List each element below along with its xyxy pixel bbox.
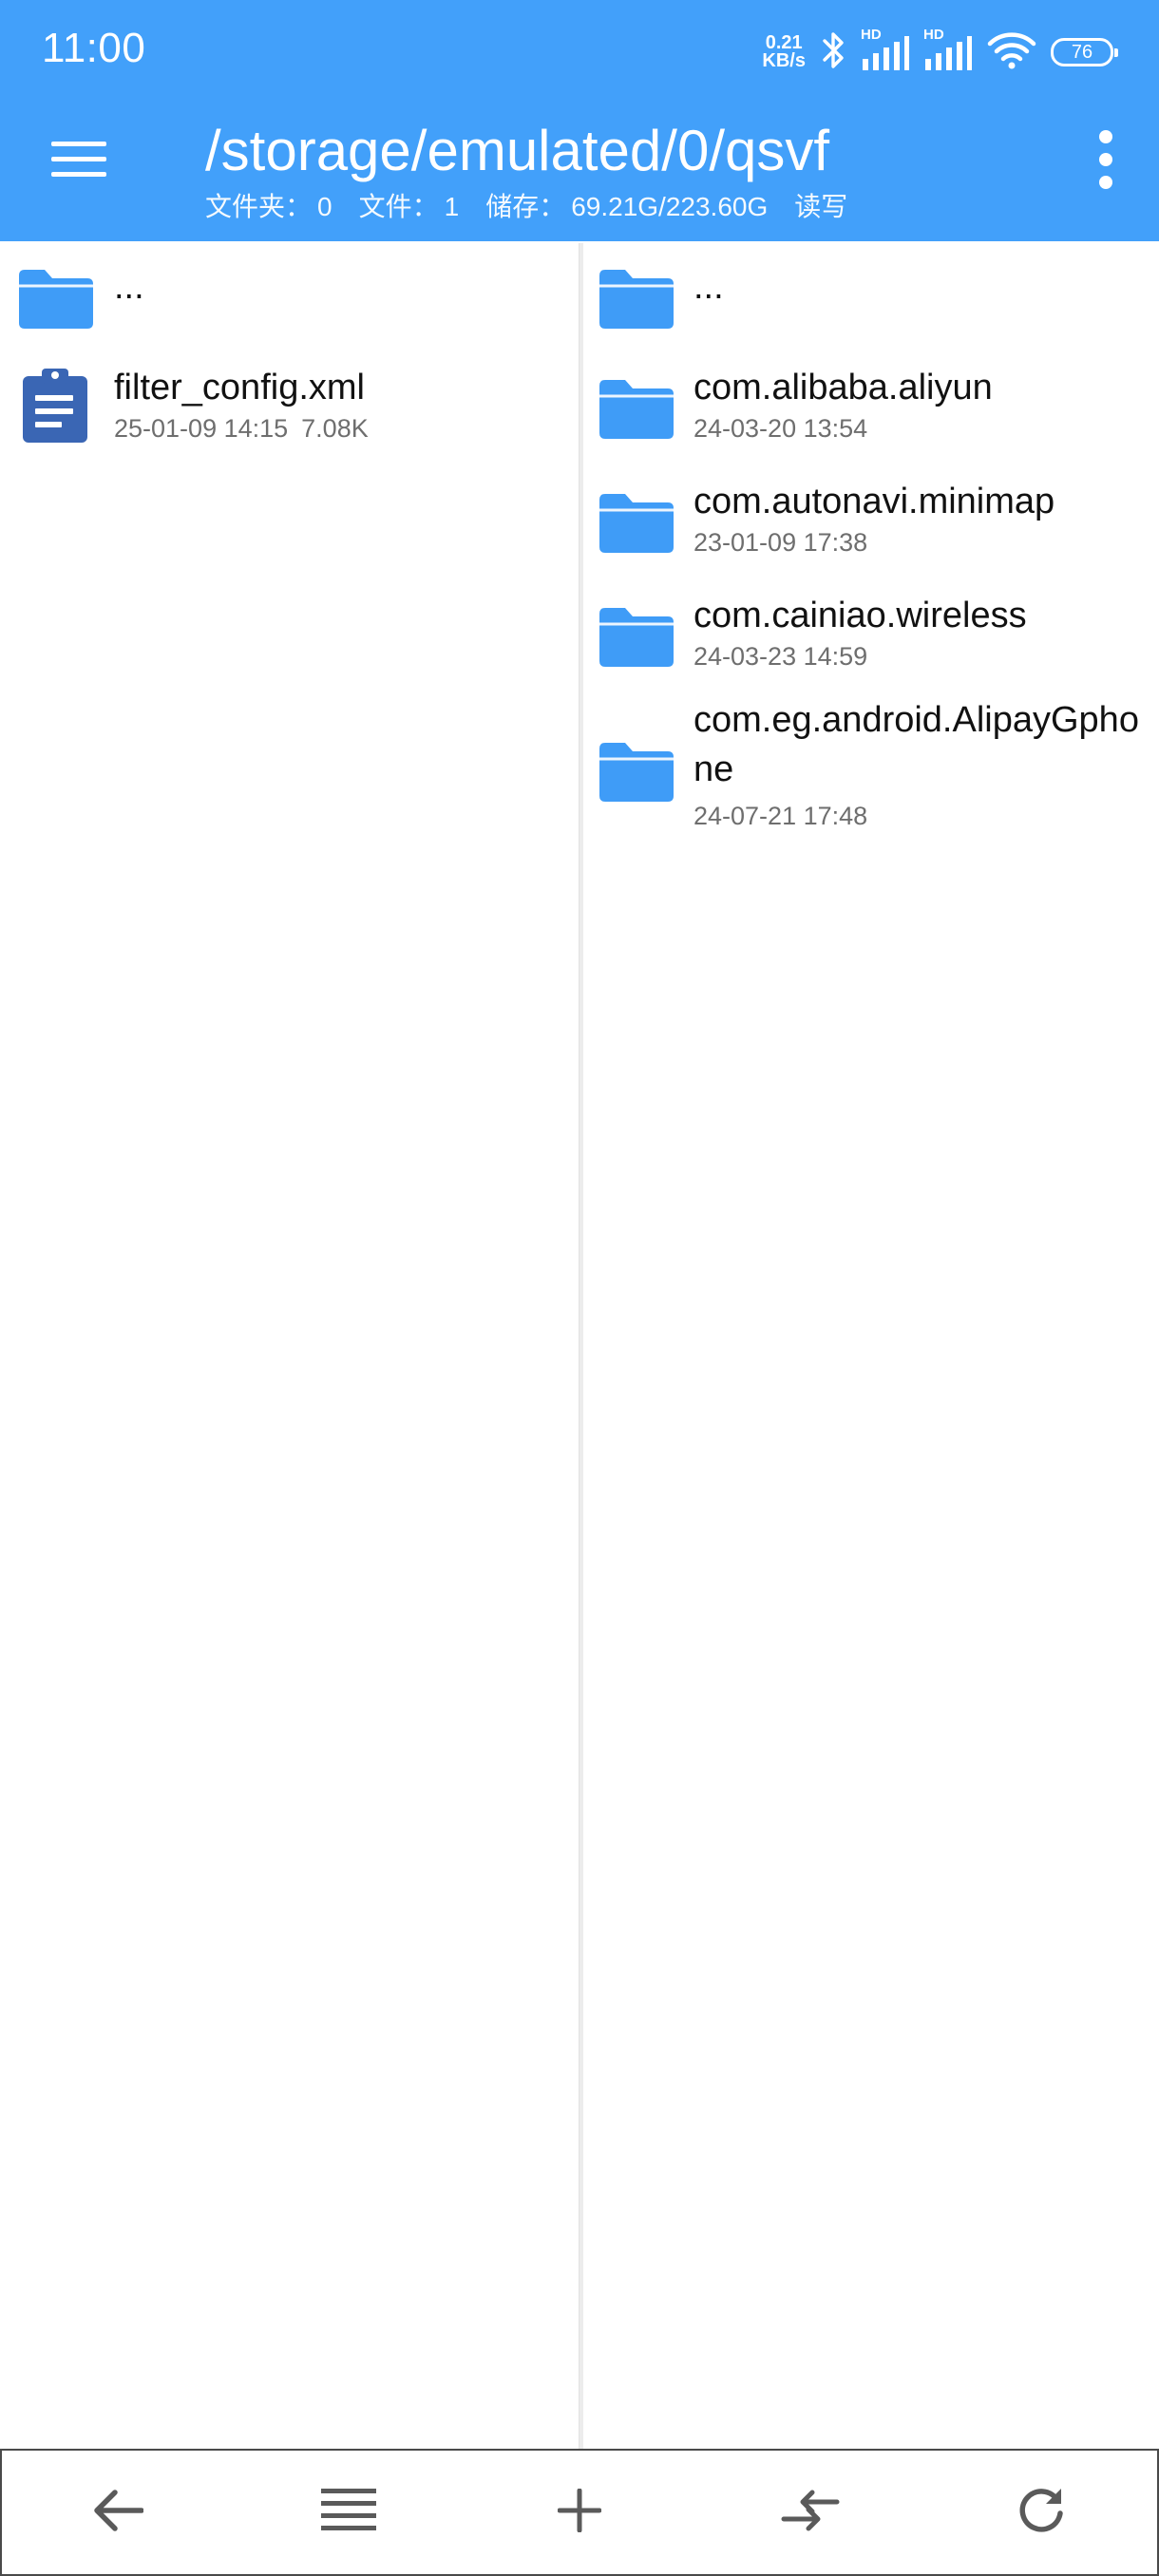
storage-value: 69.21G/223.60G: [571, 192, 769, 221]
status-time: 11:00: [42, 25, 146, 71]
folder-icon: [19, 268, 93, 333]
item-name: com.eg.android.AlipayGphone: [694, 700, 1139, 789]
item-date: 25-01-09 14:15: [114, 414, 289, 443]
back-arrow-icon: [92, 2488, 144, 2538]
more-options-button[interactable]: [1077, 123, 1134, 199]
menu-button[interactable]: [38, 125, 120, 198]
item-name: com.cainiao.wireless: [694, 596, 1027, 635]
add-button[interactable]: [527, 2460, 632, 2565]
list-item-parent-folder[interactable]: ...: [582, 243, 1159, 353]
item-date: 24-03-23 14:59: [694, 642, 868, 671]
list-item-parent-folder[interactable]: ...: [0, 243, 579, 353]
files-count: 1: [444, 192, 460, 221]
item-meta: 25-01-09 14:15 7.08K: [114, 412, 369, 445]
folders-label: 文件夹：: [205, 192, 313, 221]
hd-label: HD: [861, 27, 882, 43]
list-icon: [320, 2488, 376, 2537]
list-item-folder[interactable]: com.alibaba.aliyun 24-03-20 13:54: [582, 353, 1159, 467]
bottom-toolbar: [0, 2449, 1159, 2576]
swap-panes-button[interactable]: [758, 2460, 863, 2565]
item-name: ...: [694, 267, 724, 307]
item-name: com.autonavi.minimap: [694, 482, 1055, 521]
network-speed: 0.21 KB/s: [762, 33, 806, 71]
left-pane: ... filter_config.xml 25-01-09 14:15 7.08…: [0, 243, 579, 2449]
list-item-folder[interactable]: com.eg.android.AlipayGphone 24-07-21 17:…: [582, 695, 1159, 866]
files-label: 文件：: [358, 192, 439, 221]
item-name: com.alibaba.aliyun: [694, 368, 993, 407]
refresh-icon: [1016, 2485, 1067, 2541]
permission-label: 读写: [794, 192, 848, 221]
item-name: ...: [114, 267, 144, 307]
app-header: 11:00 0.21 KB/s HD HD 76 /storage/emulat…: [0, 0, 1159, 241]
current-path: /storage/emulated/0/qsvf: [205, 119, 830, 182]
refresh-button[interactable]: [989, 2460, 1093, 2565]
list-view-button[interactable]: [296, 2460, 401, 2565]
status-icons: 0.21 KB/s HD HD 76: [762, 27, 1118, 76]
list-item-folder[interactable]: com.autonavi.minimap 23-01-09 17:38: [582, 467, 1159, 581]
item-name: filter_config.xml: [114, 368, 365, 407]
folder-icon: [599, 378, 674, 444]
swap-icon: [780, 2488, 841, 2538]
right-pane: ... com.alibaba.aliyun 24-03-20 13:54 co…: [582, 243, 1159, 2449]
storage-label: 储存：: [485, 192, 566, 221]
signal-icon-secondary: HD: [923, 27, 973, 72]
folder-icon: [599, 268, 674, 333]
item-date: 24-03-20 13:54: [694, 414, 868, 443]
network-speed-unit: KB/s: [762, 50, 806, 71]
back-button[interactable]: [66, 2460, 170, 2565]
folder-icon: [599, 741, 674, 806]
list-item-folder[interactable]: com.cainiao.wireless 24-03-23 14:59: [582, 581, 1159, 695]
status-bar: 11:00 0.21 KB/s HD HD 76: [0, 0, 1159, 104]
path-info: 文件夹： 0 文件： 1 储存： 69.21G/223.60G 读写: [205, 190, 853, 224]
clipboard-document-icon: [23, 369, 87, 447]
signal-icon: HD: [861, 27, 910, 72]
hd-label: HD: [923, 27, 944, 43]
folder-icon: [599, 492, 674, 558]
add-icon: [557, 2488, 602, 2537]
menu-icon: [51, 140, 106, 184]
list-item-file[interactable]: filter_config.xml 25-01-09 14:15 7.08K: [0, 353, 579, 473]
item-date: 23-01-09 17:38: [694, 528, 868, 557]
wifi-icon: [986, 30, 1037, 75]
folder-icon: [599, 606, 674, 672]
bluetooth-icon: [819, 30, 847, 75]
more-vert-icon: [1096, 129, 1115, 195]
folders-count: 0: [317, 192, 332, 221]
battery-level: 76: [1071, 41, 1093, 63]
item-size: 7.08K: [301, 414, 369, 443]
item-date: 24-07-21 17:48: [694, 802, 868, 830]
battery-icon: 76: [1051, 38, 1118, 66]
